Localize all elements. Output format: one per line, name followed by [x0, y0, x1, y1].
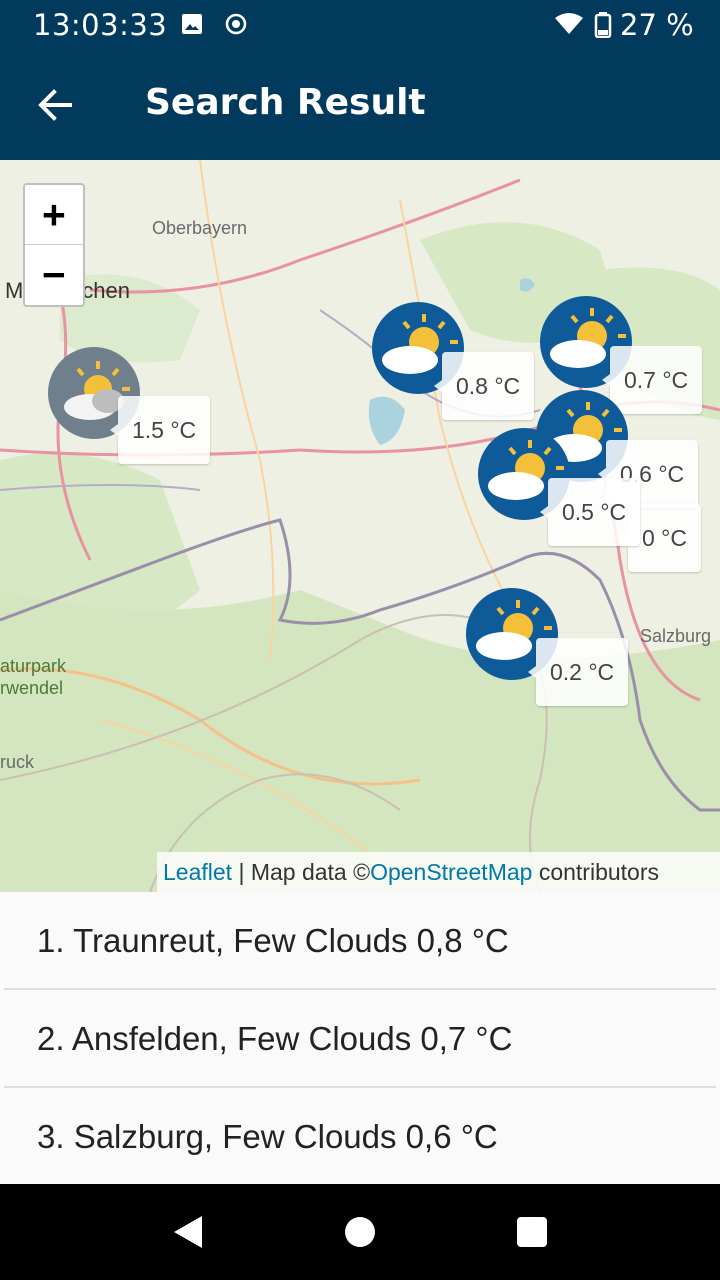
list-item[interactable]: 1. Traunreut, Few Clouds 0,8 °C — [4, 892, 716, 990]
home-nav-icon[interactable] — [336, 1208, 384, 1256]
leaflet-link[interactable]: Leaflet — [163, 859, 232, 885]
page-title: Search Result — [145, 82, 426, 123]
list-item[interactable]: 3. Salzburg, Few Clouds 0,6 °C — [4, 1088, 716, 1186]
results-list: 1. Traunreut, Few Clouds 0,8 °C 2. Ansfe… — [0, 892, 720, 1184]
temperature-label: 0.2 °C — [527, 638, 629, 706]
image-icon — [180, 12, 204, 36]
place-label: Salzburg — [640, 626, 712, 646]
attribution-text: | Map data © — [232, 859, 371, 885]
status-bar: 13:03:33 27 % — [0, 0, 720, 50]
place-label: aturpark — [0, 656, 67, 676]
temperature-label: 0.8 °C — [433, 352, 535, 420]
record-icon — [224, 12, 248, 36]
battery-icon — [594, 12, 612, 39]
zoom-control: + − — [23, 183, 85, 307]
temperature-label: 0.5 °C — [539, 478, 641, 546]
app-bar: Search Result — [0, 50, 720, 160]
map-attribution: Leaflet | Map data ©OpenStreetMap contri… — [157, 852, 720, 892]
zoom-in-button[interactable]: + — [25, 185, 83, 245]
attribution-text: contributors — [532, 859, 659, 885]
wifi-icon — [553, 12, 585, 36]
place-label: rwendel — [0, 678, 64, 698]
back-nav-icon[interactable] — [164, 1208, 212, 1256]
navigation-bar — [0, 1184, 720, 1280]
recents-nav-icon[interactable] — [508, 1208, 556, 1256]
list-item[interactable]: 2. Ansfelden, Few Clouds 0,7 °C — [4, 990, 716, 1088]
place-label: ruck — [0, 752, 35, 772]
back-arrow-icon[interactable] — [30, 80, 80, 130]
battery-level: 27 % — [620, 8, 694, 42]
temperature-label: 1.5 °C — [109, 396, 211, 464]
status-time: 13:03:33 — [33, 8, 168, 42]
place-label: M — [5, 278, 24, 303]
zoom-out-button[interactable]: − — [25, 245, 83, 305]
openstreetmap-link[interactable]: OpenStreetMap — [370, 859, 532, 885]
place-label: Oberbayern — [152, 218, 248, 238]
